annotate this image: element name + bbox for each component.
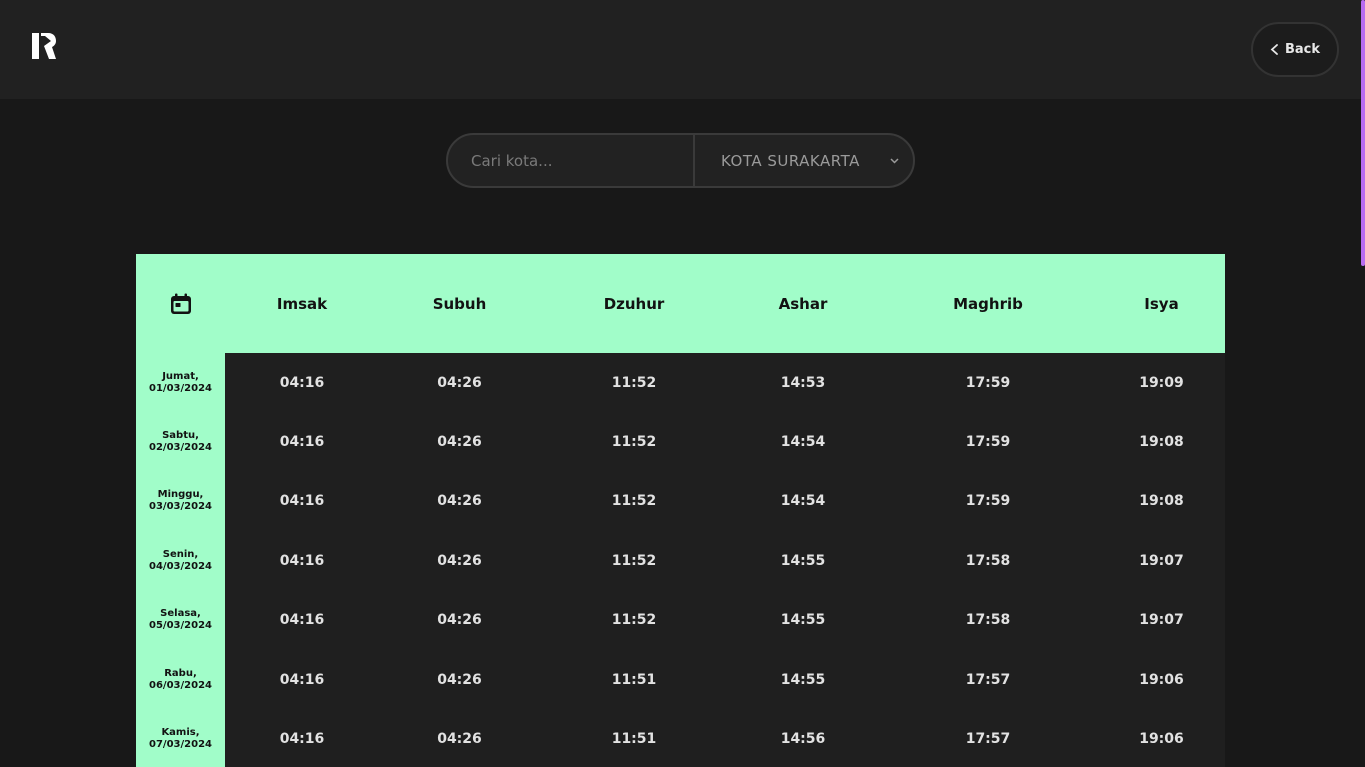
brand-logo-icon[interactable]: [31, 32, 57, 60]
table-row: Rabu, 06/03/2024 04:16 04:26 11:51 14:55 17:57…: [136, 649, 1225, 710]
date-value: 03/03/2024: [149, 501, 212, 513]
prayer-time-cell: 17:57: [965, 671, 1011, 688]
city-search-group: KOTA SURAKARTA: [446, 133, 915, 188]
column-header-imsak: Imsak: [276, 294, 328, 313]
table-header-row: Imsak Subuh Dzuhur Ashar Maghrib Isya: [136, 254, 1225, 353]
date-cell: Kamis, 07/03/2024: [136, 709, 225, 767]
prayer-time-cell: 04:26: [437, 493, 482, 510]
prayer-time-cell: 04:26: [437, 731, 482, 748]
prayer-time-cell: 04:16: [279, 552, 325, 569]
prayer-time-cell: 11:51: [611, 671, 657, 688]
city-select-value: KOTA SURAKARTA: [721, 151, 860, 170]
prayer-time-cell: 11:52: [611, 434, 657, 451]
prayer-time-cell: 17:59: [965, 493, 1011, 510]
column-header-subuh: Subuh: [432, 294, 487, 313]
prayer-time-cell: 14:55: [780, 671, 826, 688]
prayer-time-cell: 17:58: [965, 612, 1011, 629]
date-value: 01/03/2024: [149, 382, 212, 394]
day-name: Minggu,: [157, 489, 204, 501]
city-search-input[interactable]: [448, 135, 695, 186]
prayer-time-cell: 19:09: [1139, 374, 1184, 391]
chevron-left-icon: [1270, 44, 1278, 55]
date-value: 05/03/2024: [149, 620, 212, 632]
prayer-time-cell: 19:06: [1139, 731, 1184, 748]
prayer-time-cell: 14:54: [780, 434, 826, 451]
prayer-time-cell: 04:26: [437, 374, 482, 391]
chevron-down-icon: [890, 157, 899, 164]
column-header-maghrib: Maghrib: [953, 294, 1023, 313]
prayer-time-cell: 04:16: [279, 374, 325, 391]
date-value: 04/03/2024: [149, 560, 212, 572]
date-cell: Selasa, 05/03/2024: [136, 590, 225, 650]
city-select[interactable]: KOTA SURAKARTA: [695, 135, 913, 186]
date-cell: Jumat, 01/03/2024: [136, 353, 225, 413]
day-name: Sabtu,: [162, 430, 199, 442]
date-value: 06/03/2024: [149, 679, 212, 691]
prayer-time-cell: 11:52: [611, 493, 657, 510]
prayer-time-cell: 17:59: [965, 374, 1011, 391]
prayer-time-cell: 17:59: [965, 434, 1011, 451]
date-value: 07/03/2024: [149, 739, 212, 751]
prayer-time-cell: 19:08: [1139, 434, 1184, 451]
day-name: Jumat,: [162, 370, 199, 382]
prayer-time-cell: 11:52: [611, 552, 657, 569]
prayer-time-cell: 04:26: [437, 434, 482, 451]
prayer-time-cell: 19:06: [1139, 671, 1184, 688]
prayer-time-cell: 11:52: [611, 612, 657, 629]
prayer-time-cell: 14:56: [780, 731, 826, 748]
date-cell: Sabtu, 02/03/2024: [136, 412, 225, 472]
prayer-time-cell: 11:52: [611, 374, 657, 391]
prayer-time-cell: 14:55: [780, 612, 826, 629]
date-cell: Rabu, 06/03/2024: [136, 649, 225, 710]
prayer-time-cell: 04:16: [279, 731, 325, 748]
prayer-time-cell: 17:58: [965, 552, 1011, 569]
day-name: Kamis,: [161, 727, 200, 739]
prayer-time-cell: 04:26: [437, 612, 482, 629]
day-name: Selasa,: [160, 608, 201, 620]
prayer-time-cell: 17:57: [965, 731, 1011, 748]
table-row: Senin, 04/03/2024 04:16 04:26 11:52 14:55 17:5…: [136, 531, 1225, 591]
back-button[interactable]: Back: [1251, 22, 1339, 77]
prayer-time-cell: 11:51: [611, 731, 657, 748]
prayer-time-cell: 19:07: [1139, 612, 1184, 629]
calendar-icon: [170, 293, 191, 314]
prayer-time-cell: 04:16: [279, 434, 325, 451]
column-header-ashar: Ashar: [778, 294, 828, 313]
day-name: Rabu,: [164, 667, 197, 679]
prayer-time-cell: 14:53: [780, 374, 826, 391]
prayer-time-cell: 14:54: [780, 493, 826, 510]
column-header-dzuhur: Dzuhur: [603, 294, 665, 313]
prayer-time-cell: 19:08: [1139, 493, 1184, 510]
prayer-time-cell: 04:26: [437, 671, 482, 688]
prayer-time-cell: 14:55: [780, 552, 826, 569]
prayer-time-cell: 04:16: [279, 671, 325, 688]
prayer-schedule-table: Imsak Subuh Dzuhur Ashar Maghrib Isya Ju…: [136, 254, 1225, 767]
day-name: Senin,: [162, 548, 199, 560]
scroll-indicator: [1361, 0, 1365, 266]
back-button-label: Back: [1284, 42, 1321, 57]
table-row: Selasa, 05/03/2024 04:16 04:26 11:52 14:55 17:…: [136, 590, 1225, 650]
date-column-header: [136, 254, 225, 353]
table-row: Sabtu, 02/03/2024 04:16 04:26 11:52 14:54 17:5…: [136, 412, 1225, 472]
prayer-time-cell: 04:26: [437, 552, 482, 569]
table-row: Kamis, 07/03/2024 04:16 04:26 11:51 14:56 17:5…: [136, 709, 1225, 767]
table-row: Jumat, 01/03/2024 04:16 04:26 11:52 14:53 17:5…: [136, 353, 1225, 413]
prayer-time-cell: 04:16: [279, 493, 325, 510]
date-cell: Minggu, 03/03/2024: [136, 471, 225, 532]
column-header-isya: Isya: [1144, 294, 1179, 313]
prayer-time-cell: 19:07: [1139, 552, 1184, 569]
table-row: Minggu, 03/03/2024 04:16 04:26 11:52 14:54 17:…: [136, 471, 1225, 532]
top-bar: Back: [0, 0, 1365, 99]
date-cell: Senin, 04/03/2024: [136, 531, 225, 591]
prayer-time-cell: 04:16: [279, 612, 325, 629]
date-value: 02/03/2024: [149, 442, 212, 454]
